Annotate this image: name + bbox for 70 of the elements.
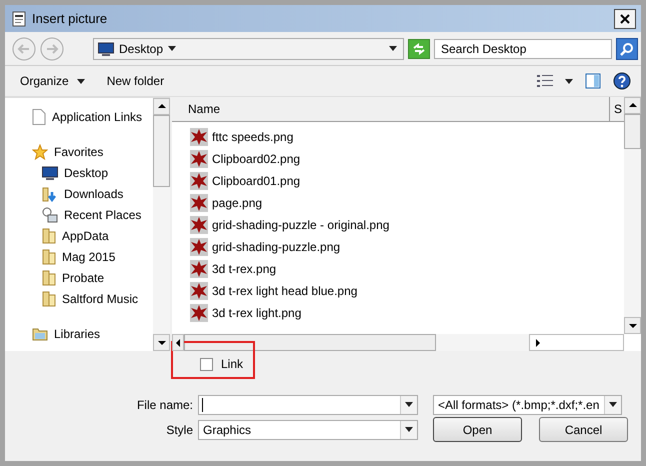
file-item[interactable]: 3d t-rex light head blue.png <box>172 280 624 302</box>
search-field[interactable]: Search Desktop <box>434 38 612 58</box>
new-folder-button[interactable]: New folder <box>102 72 170 90</box>
picture-document-icon <box>11 10 27 26</box>
column-header[interactable]: Name <box>172 97 610 121</box>
cancel-button[interactable]: Cancel <box>539 417 628 442</box>
navigation-item[interactable]: AppData <box>5 225 153 246</box>
view-list-icon[interactable] <box>537 74 553 88</box>
image-file-icon <box>190 194 208 212</box>
document-icon <box>32 108 46 124</box>
file-item[interactable]: Clipboard01.png <box>172 170 624 192</box>
file-item[interactable]: page.png <box>172 192 624 214</box>
window-title: Insert picture <box>32 11 108 26</box>
navigation-item[interactable]: Application Links <box>5 106 153 127</box>
navigation-item[interactable]: Saltford Music <box>5 288 153 309</box>
scrollbar[interactable] <box>153 98 170 351</box>
navigation-item[interactable]: Desktop <box>5 162 153 183</box>
preview-pane-icon[interactable] <box>585 73 601 89</box>
folder-icon <box>42 248 56 264</box>
image-file-icon <box>190 216 208 234</box>
star-icon <box>32 144 48 160</box>
scrollbar[interactable] <box>624 97 641 351</box>
navigation-item[interactable]: Recent Places <box>5 204 153 225</box>
close-button[interactable] <box>614 8 636 28</box>
search-button[interactable] <box>616 38 638 60</box>
image-file-icon <box>190 150 208 168</box>
folder-icon <box>42 270 56 286</box>
file-item[interactable]: 3d t-rex light.png <box>172 302 624 324</box>
open-button[interactable]: Open <box>433 417 522 442</box>
organize-menu[interactable]: Organize <box>15 72 90 90</box>
refresh-button[interactable] <box>408 38 430 58</box>
navigation-item[interactable]: Probate <box>5 267 153 288</box>
image-file-icon <box>190 304 208 322</box>
close-icon <box>620 14 630 24</box>
navigation-item[interactable]: Favorites <box>5 141 153 162</box>
monitor-icon <box>42 166 58 180</box>
monitor-icon <box>98 42 114 56</box>
caret-icon <box>168 46 176 51</box>
caret-icon <box>389 46 397 51</box>
address-bar[interactable]: Desktop <box>93 38 404 60</box>
file-type-dropdown[interactable]: <All formats> (*.bmp;*.dxf;*.en <box>433 394 622 414</box>
help-icon[interactable] <box>613 72 631 90</box>
file-item[interactable]: Clipboard02.png <box>172 148 624 170</box>
link-checkbox[interactable]: Link <box>200 357 244 371</box>
image-file-icon <box>190 282 208 300</box>
navigation-item[interactable]: Libraries <box>5 323 153 344</box>
address-location: Desktop <box>119 42 164 56</box>
image-file-icon <box>190 172 208 190</box>
navigation-item[interactable]: Downloads <box>5 183 153 204</box>
search-icon <box>620 42 634 56</box>
file-item[interactable]: grid-shading-puzzle - original.png <box>172 214 624 236</box>
folder-icon <box>42 228 56 244</box>
image-file-icon <box>190 260 208 278</box>
navigation-item[interactable]: Mag 2015 <box>5 246 153 267</box>
column-header[interactable]: S <box>610 97 624 121</box>
scrollbar[interactable] <box>172 334 624 351</box>
file-item[interactable]: fttc speeds.png <box>172 126 624 148</box>
file-item[interactable]: 3d t-rex.png <box>172 258 624 280</box>
download-folder-icon <box>42 186 58 202</box>
file-name-label: File name: <box>136 398 193 412</box>
file-item[interactable]: grid-shading-puzzle.png <box>172 236 624 258</box>
style-label: Style <box>165 422 193 436</box>
caret-icon[interactable] <box>565 78 573 84</box>
refresh-icon <box>412 42 426 56</box>
file-name-field[interactable] <box>198 394 418 414</box>
style-dropdown[interactable]: Graphics <box>198 420 418 440</box>
folder-icon <box>42 290 56 306</box>
image-file-icon <box>190 238 208 256</box>
folder-icon <box>32 326 48 340</box>
image-file-icon <box>190 128 208 146</box>
